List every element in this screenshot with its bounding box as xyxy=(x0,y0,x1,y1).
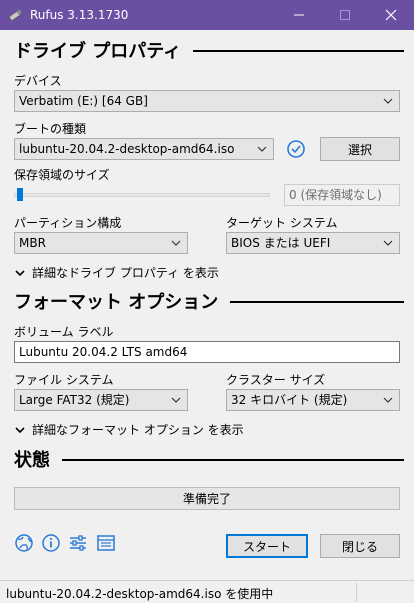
status-bar: lubuntu-20.04.2-desktop-amd64.iso を使用中 xyxy=(0,580,414,603)
partition-scheme-label: パーティション構成 xyxy=(14,216,122,230)
advanced-drive-toggle[interactable]: 詳細なドライブ プロパティ を表示 xyxy=(14,264,219,281)
chevron-down-icon xyxy=(257,146,267,152)
boot-type-label: ブートの種類 xyxy=(14,122,87,136)
chevron-down-icon xyxy=(171,240,181,246)
target-system-label: ターゲット システム xyxy=(226,216,338,230)
advanced-format-toggle[interactable]: 詳細なフォーマット オプション を表示 xyxy=(14,421,244,438)
section-divider xyxy=(230,301,404,303)
status-message: lubuntu-20.04.2-desktop-amd64.iso を使用中 xyxy=(6,587,274,601)
chevron-down-icon xyxy=(383,98,393,104)
filesystem-value: Large FAT32 (規定) xyxy=(19,393,130,407)
partition-scheme-select[interactable]: MBR xyxy=(14,232,188,254)
format-options-header: フォーマット オプション xyxy=(14,290,404,313)
start-button[interactable]: スタート xyxy=(226,534,308,558)
device-value: Verbatim (E:) [64 GB] xyxy=(19,94,148,108)
chevron-down-icon xyxy=(171,397,181,403)
chevron-down-icon xyxy=(15,269,25,276)
cluster-size-value: 32 キロバイト (規定) xyxy=(231,393,348,407)
close-icon xyxy=(385,9,397,21)
drive-properties-title: ドライブ プロパティ xyxy=(14,41,182,62)
status-header: 状態 xyxy=(14,448,404,471)
advanced-format-toggle-label: 詳細なフォーマット オプション を表示 xyxy=(32,423,244,437)
minimize-button[interactable] xyxy=(276,0,322,30)
chevron-down-icon xyxy=(383,397,393,403)
cluster-size-label: クラスター サイズ xyxy=(226,373,326,387)
device-label: デバイス xyxy=(14,74,62,88)
chevron-down-icon xyxy=(15,426,25,433)
globe-icon[interactable] xyxy=(14,533,34,553)
persistent-slider-track[interactable] xyxy=(14,193,270,197)
rufus-usb-icon xyxy=(8,9,22,22)
persistent-size-label: 保存領域のサイズ xyxy=(14,168,110,182)
advanced-drive-toggle-label: 詳細なドライブ プロパティ を表示 xyxy=(32,266,219,280)
close-button[interactable]: 閉じる xyxy=(320,534,400,558)
target-system-select[interactable]: BIOS または UEFI xyxy=(226,232,400,254)
filesystem-select[interactable]: Large FAT32 (規定) xyxy=(14,389,188,411)
info-icon[interactable] xyxy=(41,533,61,553)
persistent-size-field: 0 (保存領域なし) xyxy=(284,184,400,206)
format-options-title: フォーマット オプション xyxy=(14,292,219,313)
drive-properties-header: ドライブ プロパティ xyxy=(14,39,404,62)
maximize-icon xyxy=(340,10,350,20)
section-divider xyxy=(62,459,404,461)
section-divider xyxy=(193,50,404,52)
status-bar-separator xyxy=(356,583,357,602)
close-window-button[interactable] xyxy=(368,0,414,30)
title-bar: Rufus 3.13.1730 xyxy=(0,0,414,30)
filesystem-label: ファイル システム xyxy=(14,373,114,387)
status-title: 状態 xyxy=(14,450,50,471)
boot-type-select[interactable]: lubuntu-20.04.2-desktop-amd64.iso xyxy=(14,138,274,160)
check-circle-icon[interactable] xyxy=(286,139,306,159)
cluster-size-select[interactable]: 32 キロバイト (規定) xyxy=(226,389,400,411)
partition-scheme-value: MBR xyxy=(19,236,46,250)
target-system-value: BIOS または UEFI xyxy=(231,236,331,250)
minimize-icon xyxy=(294,14,304,16)
settings-sliders-icon[interactable] xyxy=(68,533,88,553)
chevron-down-icon xyxy=(383,240,393,246)
volume-label-label: ボリューム ラベル xyxy=(14,325,114,339)
persistent-slider-thumb[interactable] xyxy=(17,188,23,201)
progress-bar: 準備完了 xyxy=(14,487,400,510)
volume-label-input[interactable]: Lubuntu 20.04.2 LTS amd64 xyxy=(14,341,400,363)
window-title: Rufus 3.13.1730 xyxy=(30,8,129,22)
maximize-button xyxy=(322,0,368,30)
progress-text: 準備完了 xyxy=(182,492,231,506)
log-icon[interactable] xyxy=(96,533,116,553)
boot-type-value: lubuntu-20.04.2-desktop-amd64.iso xyxy=(19,142,235,156)
select-image-button[interactable]: 選択 xyxy=(320,137,400,161)
device-select[interactable]: Verbatim (E:) [64 GB] xyxy=(14,90,400,112)
